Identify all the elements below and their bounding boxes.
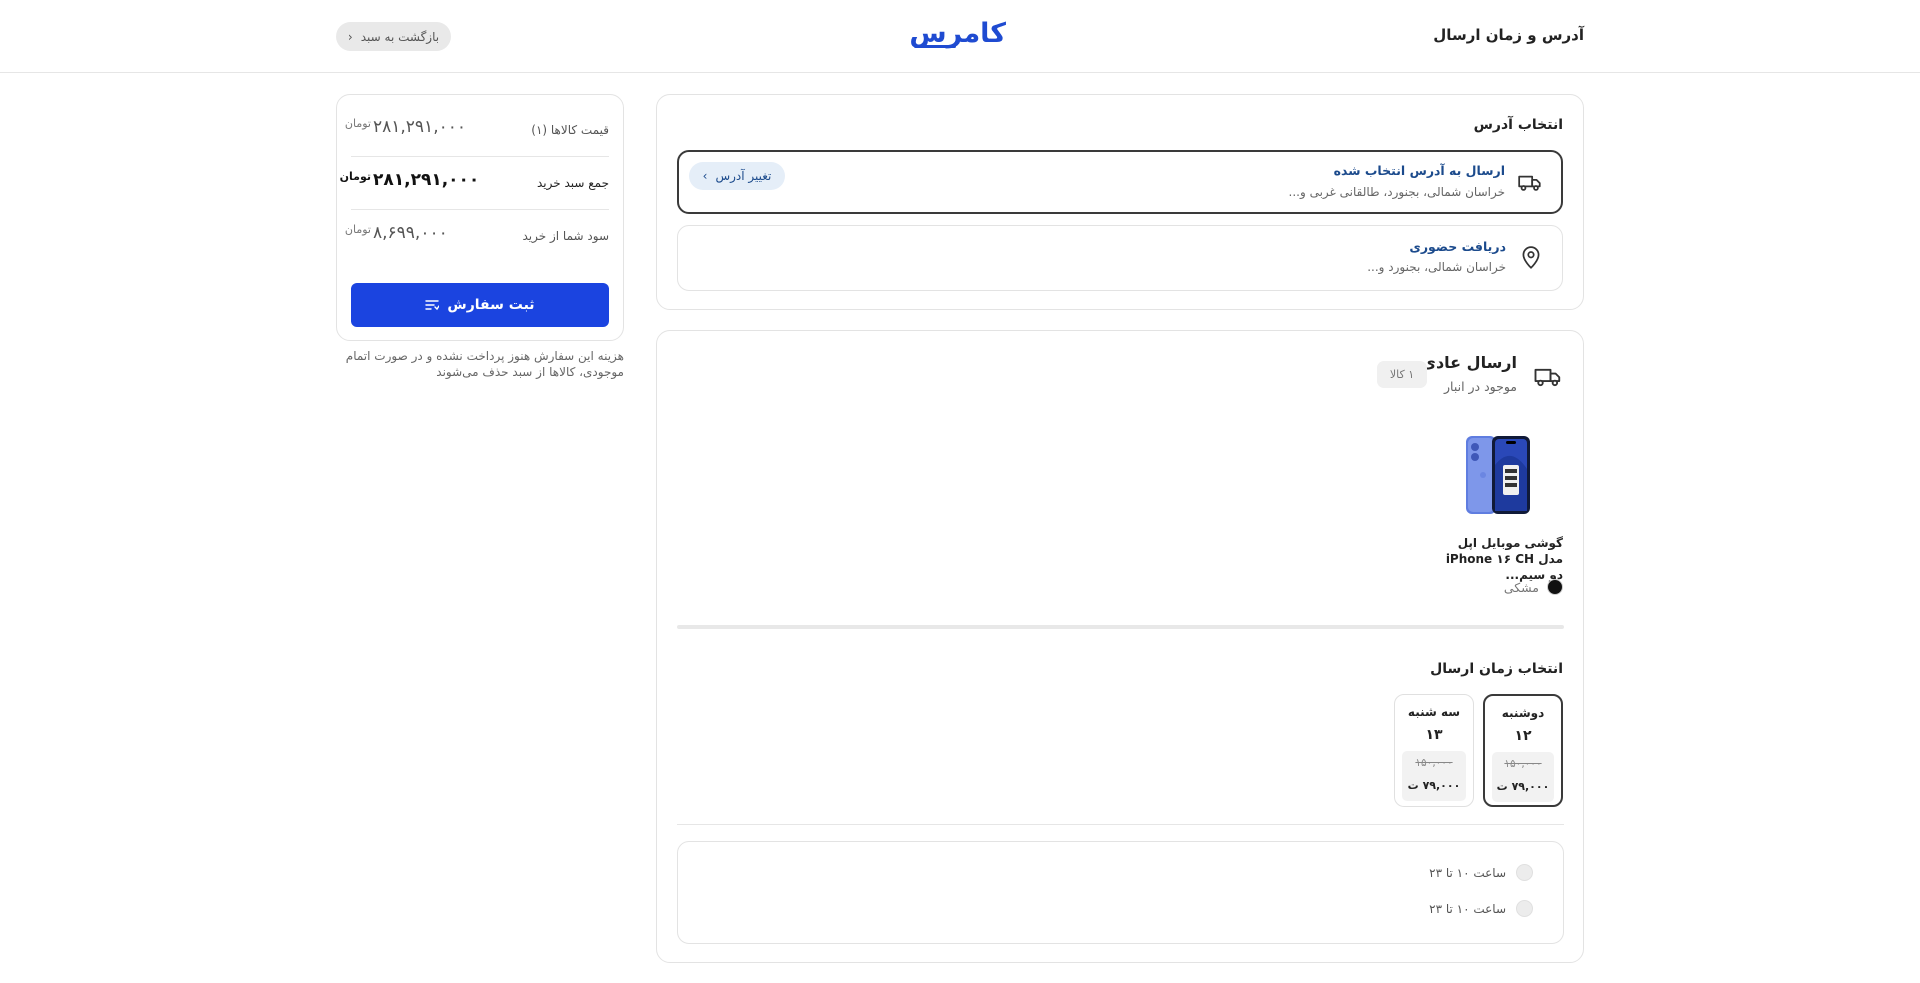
color-swatch bbox=[1547, 579, 1563, 595]
day-old-price: ۱۵۰,۰۰۰ bbox=[1415, 757, 1453, 769]
delivery-time-title: انتخاب زمان ارسال bbox=[1430, 661, 1563, 677]
time-slot-option[interactable]: ساعت ۱۰ تا ۲۳ bbox=[1429, 864, 1533, 881]
back-to-cart-label: بازگشت به سبد bbox=[360, 29, 440, 44]
day-name: سه شنبه bbox=[1407, 705, 1461, 719]
time-slot-label: ساعت ۱۰ تا ۲۳ bbox=[1429, 865, 1506, 880]
delivery-day-option[interactable]: سه شنبه ۱۳ ۱۵۰,۰۰۰ ۷۹,۰۰۰ ت bbox=[1394, 694, 1474, 807]
address-option-pickup[interactable]: دریافت حضوری خراسان شمالی، بجنورد و... bbox=[677, 225, 1563, 291]
submit-order-label: ثبت سفارش bbox=[447, 297, 535, 313]
summary-row-cart-total: جمع سبد خرید ۲۸۱,۲۹۱,۰۰۰ تومان bbox=[339, 158, 609, 210]
color-label: مشکی bbox=[1503, 579, 1539, 595]
currency-label: تومان bbox=[344, 117, 371, 130]
change-address-label: تغییر آدرس bbox=[715, 169, 772, 183]
shipping-type-title: ارسال عادی bbox=[1421, 353, 1517, 372]
day-name: دوشنبه bbox=[1501, 706, 1545, 720]
day-price-box: ۱۵۰,۰۰۰ ۷۹,۰۰۰ ت bbox=[1492, 752, 1554, 802]
change-address-button[interactable]: تغییر آدرس › bbox=[689, 162, 785, 190]
time-slot-label: ساعت ۱۰ تا ۲۳ bbox=[1429, 901, 1506, 916]
time-slot-list: ساعت ۱۰ تا ۲۳ ساعت ۱۰ تا ۲۳ bbox=[677, 841, 1564, 944]
back-to-cart-button[interactable]: بازگشت به سبد ‹ bbox=[336, 22, 451, 51]
product-color: مشکی bbox=[1504, 579, 1563, 595]
summary-row-savings: سود شما از خرید ۸,۶۹۹,۰۰۰ تومان bbox=[344, 211, 610, 263]
address-option-title: ارسال به آدرس انتخاب شده bbox=[1333, 163, 1505, 178]
radio-button[interactable] bbox=[1516, 900, 1533, 917]
truck-icon bbox=[1534, 368, 1561, 387]
summary-amount: ۸,۶۹۹,۰۰۰ bbox=[373, 223, 448, 243]
address-option-title: دریافت حضوری bbox=[1409, 239, 1506, 254]
day-new-price: ۷۹,۰۰۰ ت bbox=[1496, 780, 1550, 793]
section-divider bbox=[677, 625, 1564, 629]
summary-amount: ۲۸۱,۲۹۱,۰۰۰ bbox=[373, 170, 480, 190]
product-image[interactable] bbox=[1465, 435, 1531, 515]
order-list-icon bbox=[425, 300, 440, 311]
radio-button[interactable] bbox=[1516, 864, 1533, 881]
shipping-section: ارسال عادی موجود در انبار ۱ کالا گوشی مو… bbox=[656, 330, 1584, 963]
top-header: آدرس و زمان ارسال کامرس بازگشت به سبد ‹ bbox=[0, 0, 1920, 73]
address-option-delivery[interactable]: ارسال به آدرس انتخاب شده خراسان شمالی، ب… bbox=[677, 150, 1563, 214]
chevron-left-icon: ‹ bbox=[347, 29, 353, 44]
section-divider bbox=[677, 824, 1564, 825]
currency-label: تومان bbox=[344, 223, 371, 236]
brand-logo[interactable]: کامرس bbox=[909, 18, 1007, 52]
delivery-day-option[interactable]: دوشنبه ۱۲ ۱۵۰,۰۰۰ ۷۹,۰۰۰ ت bbox=[1483, 694, 1563, 807]
summary-label: سود شما از خرید bbox=[522, 229, 610, 243]
summary-amount: ۲۸۱,۲۹۱,۰۰۰ bbox=[373, 117, 466, 137]
summary-row-items-price: قیمت کالاها (۱) ۲۸۱,۲۹۱,۰۰۰ تومان bbox=[344, 105, 609, 157]
chevron-left-icon: › bbox=[702, 169, 708, 183]
product-name[interactable]: گوشی موبایل اپل مدل iPhone ۱۶ CH دو سیم.… bbox=[1439, 535, 1563, 583]
summary-label: جمع سبد خرید bbox=[536, 176, 609, 190]
currency-label: تومان bbox=[339, 170, 371, 183]
day-old-price: ۱۵۰,۰۰۰ bbox=[1504, 758, 1542, 770]
day-new-price: ۷۹,۰۰۰ ت bbox=[1407, 779, 1461, 792]
address-section-title: انتخاب آدرس bbox=[1473, 117, 1563, 133]
shipping-stock-status: موجود در انبار bbox=[1443, 379, 1517, 394]
day-price-box: ۱۵۰,۰۰۰ ۷۹,۰۰۰ ت bbox=[1402, 751, 1466, 801]
day-number: ۱۲ bbox=[1514, 728, 1532, 744]
truck-icon bbox=[1518, 175, 1541, 191]
submit-order-button[interactable]: ثبت سفارش bbox=[351, 283, 609, 327]
address-option-subtitle: خراسان شمالی، بجنورد، طالقانی غربی و... bbox=[1288, 185, 1505, 199]
page-title: آدرس و زمان ارسال bbox=[1433, 26, 1584, 44]
payment-note: هزینه این سفارش هنوز پرداخت نشده و در صو… bbox=[345, 349, 624, 379]
item-count-badge: ۱ کالا bbox=[1377, 361, 1427, 388]
summary-label: قیمت کالاها (۱) bbox=[531, 123, 609, 137]
day-number: ۱۳ bbox=[1425, 727, 1443, 743]
address-section: انتخاب آدرس ارسال به آدرس انتخاب شده خرا… bbox=[656, 94, 1584, 310]
map-pin-icon bbox=[1522, 246, 1540, 269]
address-option-subtitle: خراسان شمالی، بجنورد و... bbox=[1367, 260, 1506, 274]
logo-underline bbox=[914, 45, 956, 48]
time-slot-option[interactable]: ساعت ۱۰ تا ۲۳ bbox=[1429, 900, 1533, 917]
order-summary: قیمت کالاها (۱) ۲۸۱,۲۹۱,۰۰۰ تومان جمع سب… bbox=[336, 94, 624, 341]
